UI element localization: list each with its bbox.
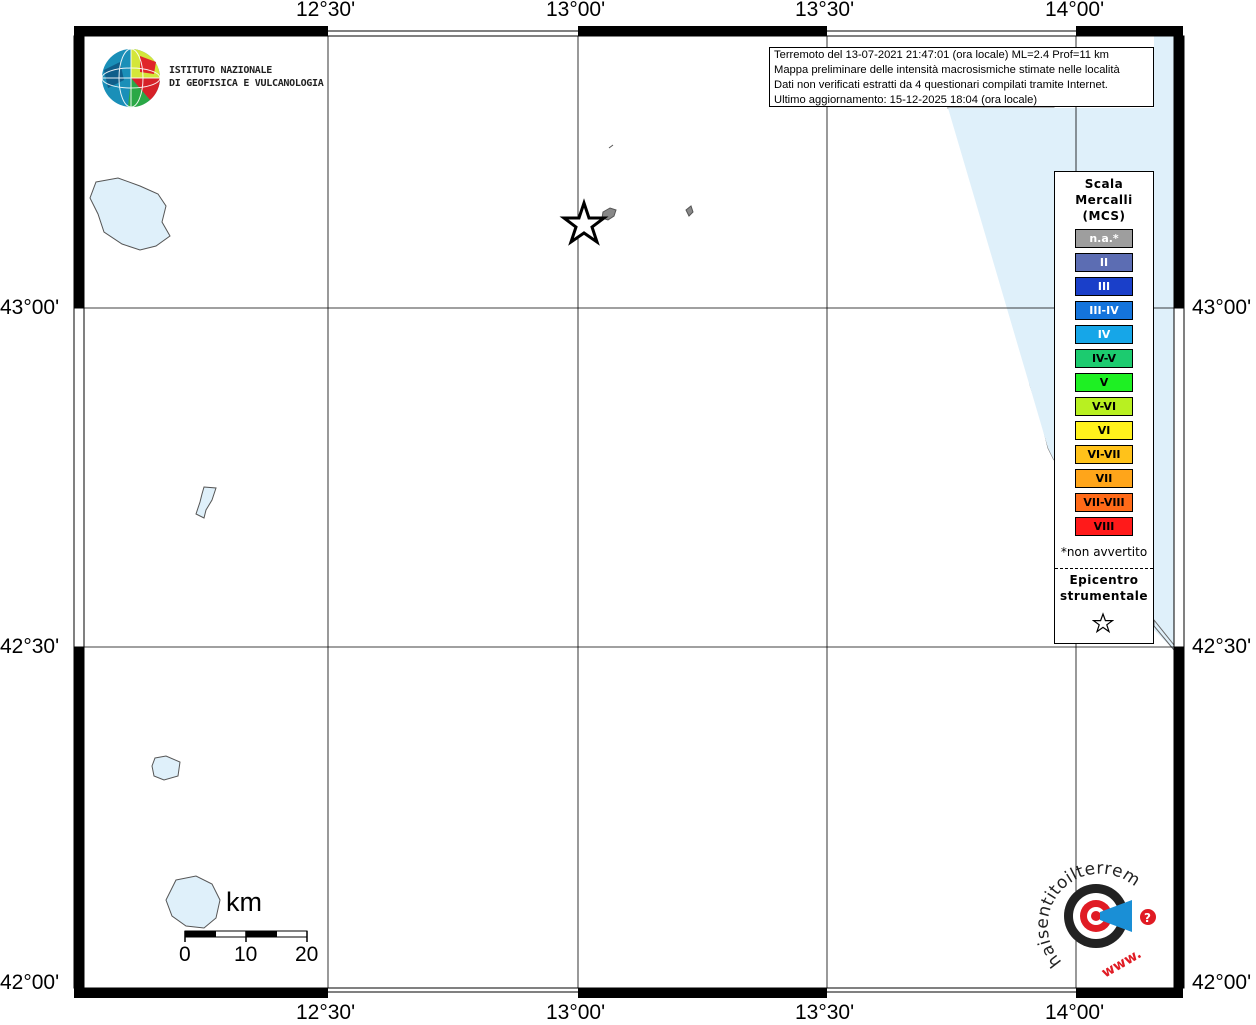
- top-lon-label-3: 13°30': [795, 0, 855, 21]
- event-info-line-2: Mappa preliminare delle intensità macros…: [774, 64, 1120, 76]
- locality-shape-2: [685, 205, 694, 217]
- top-lon-label-4: 14°00': [1045, 0, 1105, 21]
- top-lon-label-1: 12°30': [296, 0, 356, 21]
- scale-unit: km: [226, 887, 262, 917]
- epicenter-star-icon: [559, 198, 609, 246]
- logo-line-2: DI GEOFISICA E VULCANOLOGIA: [169, 78, 324, 89]
- legend-title-1: Scala: [1084, 177, 1124, 191]
- legend-star-icon: [1092, 612, 1114, 634]
- scale-tick-0: 0: [179, 943, 191, 966]
- locality-shape-3: [608, 144, 614, 149]
- legend-epicenter-title: Epicentro strumentale: [1055, 572, 1153, 604]
- scale-tick-10: 10: [234, 943, 258, 966]
- left-lat-label-2: 42°30': [0, 635, 60, 658]
- adriatic-sea-right: [1154, 36, 1174, 650]
- legend-separator: [1055, 568, 1153, 569]
- brand-www: www.: [1099, 946, 1144, 981]
- legend-swatch: VIII: [1075, 517, 1133, 536]
- event-info-box: Terremoto del 13-07-2021 21:47:01 (ora l…: [769, 47, 1154, 107]
- bottom-lon-label-1: 12°30': [296, 1001, 356, 1024]
- legend-title-2: Mercalli: [1075, 193, 1133, 207]
- scale-bar: [184, 930, 308, 942]
- event-info-line-4: Ultimo aggiornamento: 15-12-2025 18:04 (…: [774, 94, 1038, 106]
- bottom-lon-label-2: 13°00': [546, 1001, 606, 1024]
- logo-text: ISTITUTO NAZIONALE DI GEOFISICA E VULCAN…: [169, 64, 324, 90]
- right-lat-label-2: 42°30': [1192, 635, 1252, 658]
- legend-swatch: III: [1075, 277, 1133, 296]
- legend-swatch: IV: [1075, 325, 1133, 344]
- intensity-legend: Scala Mercalli (MCS) n.a.* II III III-IV IV I…: [1054, 171, 1154, 644]
- logo-line-1: ISTITUTO NAZIONALE: [169, 65, 272, 76]
- legend-swatch: V-VI: [1075, 397, 1133, 416]
- event-info-line-3: Dati non verificati estratti da 4 questi…: [774, 79, 1108, 91]
- lake-bracciano: [165, 875, 221, 929]
- top-lon-label-2: 13°00': [546, 0, 606, 21]
- lake-trasimeno: [89, 177, 171, 251]
- legend-swatch: VII-VIII: [1075, 493, 1133, 512]
- legend-swatch: III-IV: [1075, 301, 1133, 320]
- legend-swatch: VII: [1075, 469, 1133, 488]
- left-lat-label-1: 43°00': [0, 296, 60, 319]
- lake-piediluco: [195, 486, 217, 519]
- left-lat-label-3: 42°00': [0, 971, 60, 994]
- legend-note: *non avvertito: [1060, 545, 1148, 559]
- right-lat-label-1: 43°00': [1192, 296, 1252, 319]
- ingv-globe-icon: [101, 48, 161, 108]
- legend-swatch: VI-VII: [1075, 445, 1133, 464]
- event-info-line-1: Terremoto del 13-07-2021 21:47:01 (ora l…: [774, 49, 1109, 61]
- scale-tick-20: 20: [295, 943, 319, 966]
- legend-swatch: II: [1075, 253, 1133, 272]
- bottom-lon-label-3: 13°30': [795, 1001, 855, 1024]
- legend-epicenter-1: Epicentro: [1069, 573, 1139, 587]
- legend-title-3: (MCS): [1082, 209, 1126, 223]
- legend-title: Scala Mercalli (MCS): [1055, 176, 1153, 224]
- bottom-lon-label-4: 14°00': [1045, 1001, 1105, 1024]
- brand-logo-icon: ?: [1064, 884, 1156, 948]
- legend-swatch: n.a.*: [1075, 229, 1133, 248]
- legend-swatch: VI: [1075, 421, 1133, 440]
- legend-epicenter-2: strumentale: [1059, 589, 1149, 603]
- legend-swatch: V: [1075, 373, 1133, 392]
- legend-swatch: IV-V: [1075, 349, 1133, 368]
- svg-text:?: ?: [1144, 911, 1151, 925]
- lake-small: [151, 755, 181, 781]
- right-lat-label-3: 42°00': [1192, 971, 1252, 994]
